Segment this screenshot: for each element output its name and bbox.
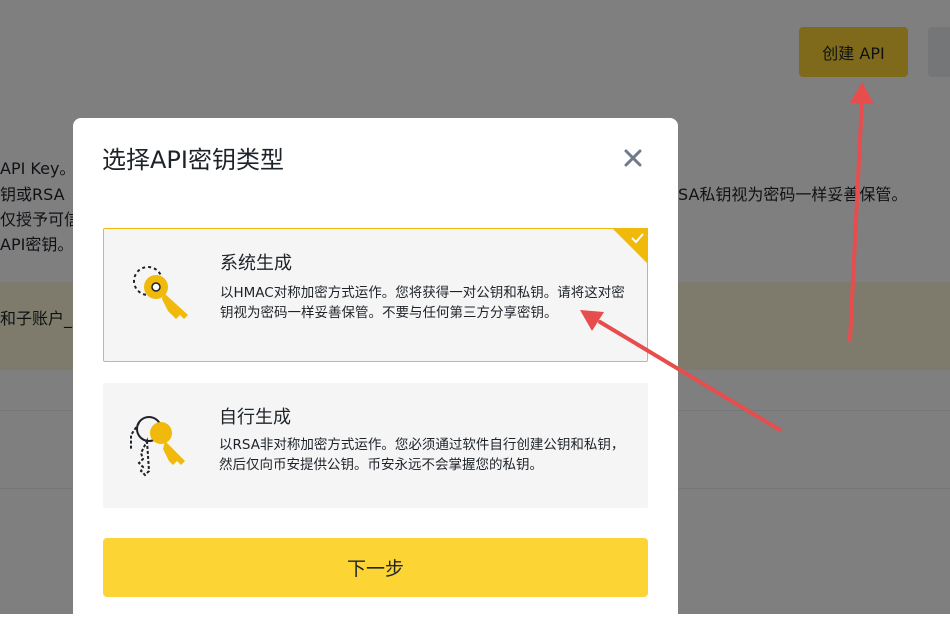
option-title: 自行生成: [219, 407, 291, 428]
api-key-type-modal: 选择API密钥类型 系统生成 以HMAC对称加密方式运作。您将获得一对公钥和私钥…: [73, 118, 678, 638]
keys-self-generated-icon: [130, 416, 185, 477]
check-icon: [612, 228, 648, 264]
close-button[interactable]: [621, 146, 645, 170]
modal-title: 选择API密钥类型: [102, 146, 284, 174]
option-title: 系统生成: [220, 253, 292, 274]
option-description: 以RSA非对称加密方式运作。您必须通过软件自行创建公钥和私钥，然后仅向币安提供公…: [219, 437, 625, 473]
key-generated-icon: [133, 266, 188, 319]
close-icon: [624, 149, 642, 167]
option-system-generated[interactable]: 系统生成 以HMAC对称加密方式运作。您将获得一对公钥和私钥。请将这对密钥视为密…: [103, 228, 648, 362]
option-self-generated[interactable]: 自行生成 以RSA非对称加密方式运作。您必须通过软件自行创建公钥和私钥，然后仅向…: [103, 383, 648, 508]
option-description: 以HMAC对称加密方式运作。您将获得一对公钥和私钥。请将这对密钥视为密码一样妥善…: [220, 285, 625, 321]
next-step-button[interactable]: 下一步: [103, 538, 648, 597]
